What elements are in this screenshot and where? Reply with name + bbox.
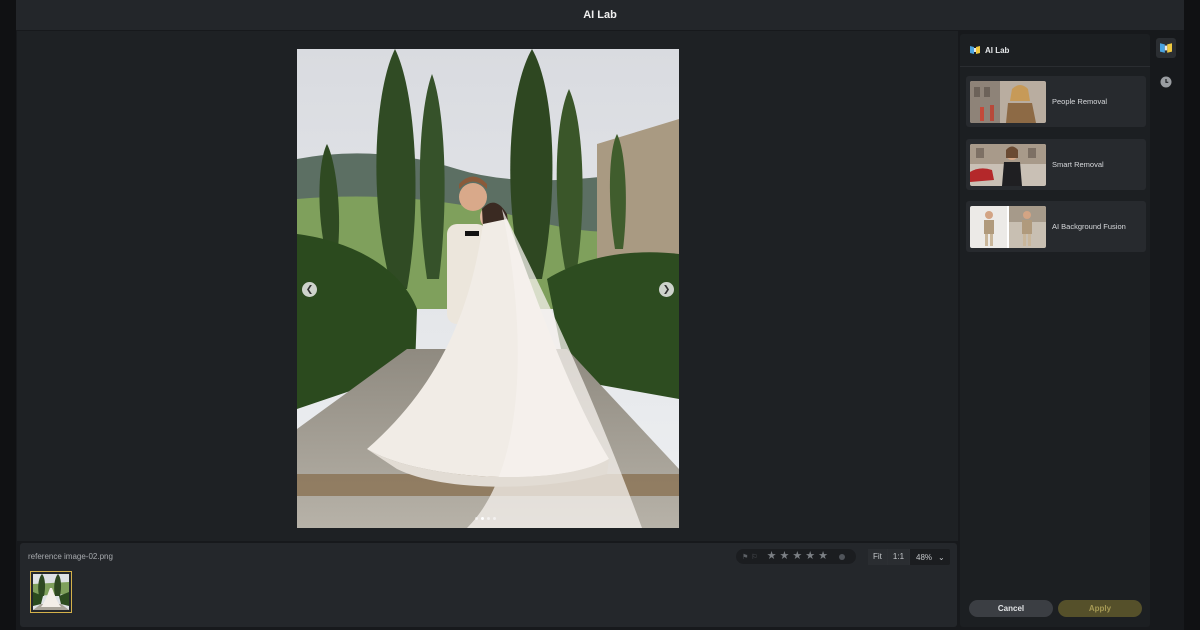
color-label-icon[interactable] [838, 553, 845, 560]
filmstrip-bar: reference image-02.png ⚑ ⚐ ★ ★ ★ ★ ★ Fit… [20, 543, 957, 627]
tool-label: Smart Removal [1052, 160, 1104, 169]
flag-pick-icon[interactable]: ⚑ [742, 553, 748, 561]
thumbnail-image [33, 574, 69, 610]
clock-icon [1160, 76, 1172, 88]
chevron-down-icon: ⌄ [938, 552, 945, 562]
wedding-photo-image [297, 49, 679, 528]
page-dot[interactable] [481, 517, 484, 520]
window-title: AI Lab [583, 9, 617, 21]
next-image-button[interactable]: ❯ [659, 282, 674, 297]
smart-removal-thumbnail [970, 144, 1046, 186]
filename-label: reference image-02.png [28, 552, 113, 561]
right-tool-rail [1152, 34, 1182, 627]
chevron-left-icon: ❮ [305, 284, 314, 294]
zoom-control: Fit 1:1 48% ⌄ [868, 549, 950, 565]
history-rail-button[interactable] [1156, 72, 1176, 92]
star-icon[interactable]: ★ [767, 551, 777, 562]
chevron-right-icon: ❯ [662, 284, 671, 294]
previous-image-button[interactable]: ❮ [302, 282, 317, 297]
rating-control: ⚑ ⚐ ★ ★ ★ ★ ★ [736, 549, 856, 564]
flag-reject-icon[interactable]: ⚐ [751, 553, 757, 561]
title-bar: AI Lab [16, 0, 1184, 30]
panel-header: AI Lab [960, 34, 1150, 67]
main-photo: ❮ ❯ [297, 49, 679, 528]
image-canvas[interactable]: ❮ ❯ [17, 31, 958, 541]
page-dot[interactable] [475, 517, 478, 520]
ai-lab-icon [1160, 43, 1172, 53]
page-dot[interactable] [487, 517, 490, 520]
tool-label: AI Background Fusion [1052, 222, 1126, 231]
tool-ai-background-fusion[interactable]: AI Background Fusion [966, 201, 1146, 252]
ai-lab-panel: AI Lab People Removal Smart Removal AI B… [960, 34, 1150, 627]
star-icon[interactable]: ★ [805, 551, 815, 562]
panel-title: AI Lab [985, 45, 1010, 55]
tool-label: People Removal [1052, 97, 1108, 106]
ai-lab-icon [970, 46, 980, 54]
window-edge-right [1184, 0, 1200, 630]
zoom-1to1-button[interactable]: 1:1 [887, 549, 911, 565]
zoom-percent-dropdown[interactable]: 48% ⌄ [910, 553, 949, 562]
apply-button[interactable]: Apply [1058, 600, 1142, 617]
people-removal-thumbnail [970, 81, 1046, 123]
ai-lab-rail-button[interactable] [1156, 38, 1176, 58]
tool-smart-removal[interactable]: Smart Removal [966, 139, 1146, 190]
page-dot[interactable] [493, 517, 496, 520]
star-icon[interactable]: ★ [779, 551, 789, 562]
image-page-dots[interactable] [475, 517, 496, 520]
ai-background-fusion-thumbnail [970, 206, 1046, 248]
star-icon[interactable]: ★ [818, 551, 828, 562]
zoom-percent-value: 48% [916, 552, 933, 562]
tool-people-removal[interactable]: People Removal [966, 76, 1146, 127]
filmstrip-thumbnail[interactable] [30, 571, 72, 613]
star-icon[interactable]: ★ [792, 551, 802, 562]
window-edge-left [0, 0, 16, 630]
cancel-button[interactable]: Cancel [969, 600, 1053, 617]
zoom-fit-button[interactable]: Fit [868, 549, 888, 565]
